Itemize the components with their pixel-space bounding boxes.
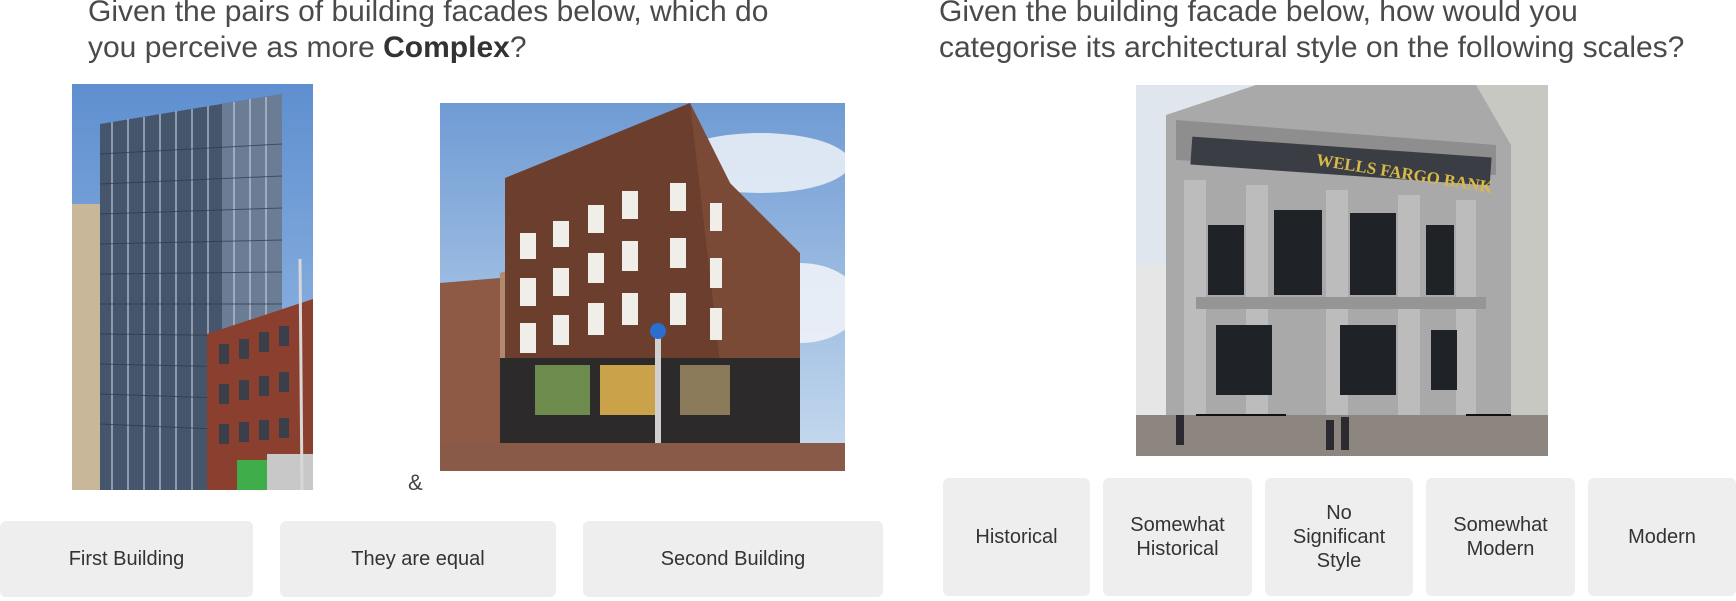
right-question-line2: categorise its architectural style on th… xyxy=(939,31,1685,64)
first-building-image xyxy=(72,84,313,490)
scale-modern-label: Modern xyxy=(1628,526,1696,548)
scale-modern-button[interactable]: Modern xyxy=(1588,478,1736,596)
scale-somewhat-historical-line2: Historical xyxy=(1136,538,1219,560)
scale-historical-label: Historical xyxy=(975,526,1058,548)
scale-no-significant-line2: Significant xyxy=(1292,526,1386,548)
scale-somewhat-modern-line2: Modern xyxy=(1466,538,1535,560)
scale-no-significant-style-button[interactable]: No Significant Style xyxy=(1265,478,1413,596)
left-question-keyword: Complex xyxy=(383,31,510,64)
right-question-line1: Given the building facade below, how wou… xyxy=(939,0,1578,28)
right-question: Given the building facade below, how wou… xyxy=(939,0,1736,66)
first-building-photo xyxy=(72,84,313,490)
left-question-line2-suffix: ? xyxy=(509,31,527,64)
second-building-button[interactable]: Second Building xyxy=(583,521,883,597)
scale-historical-button[interactable]: Historical xyxy=(943,478,1090,596)
second-building-photo xyxy=(440,103,845,471)
scale-somewhat-historical-line1: Somewhat xyxy=(1130,514,1225,536)
left-question-line2-prefix: you perceive as more xyxy=(88,31,384,64)
facade-image: WELLS FARGO BANK xyxy=(1136,85,1548,456)
scale-no-significant-line1: No xyxy=(1326,502,1352,524)
facade-photo: WELLS FARGO BANK xyxy=(1136,85,1548,456)
scale-no-significant-line3: Style xyxy=(1316,550,1362,572)
scale-somewhat-modern-line1: Somewhat xyxy=(1453,514,1548,536)
second-building-image xyxy=(440,103,845,471)
scale-somewhat-modern-button[interactable]: Somewhat Modern xyxy=(1426,478,1575,596)
they-are-equal-button[interactable]: They are equal xyxy=(280,521,556,597)
left-question-line1: Given the pairs of building facades belo… xyxy=(88,0,769,28)
pair-separator: & xyxy=(408,470,423,495)
left-question: Given the pairs of building facades belo… xyxy=(88,0,848,66)
scale-somewhat-historical-button[interactable]: Somewhat Historical xyxy=(1103,478,1252,596)
first-building-button[interactable]: First Building xyxy=(0,521,253,597)
